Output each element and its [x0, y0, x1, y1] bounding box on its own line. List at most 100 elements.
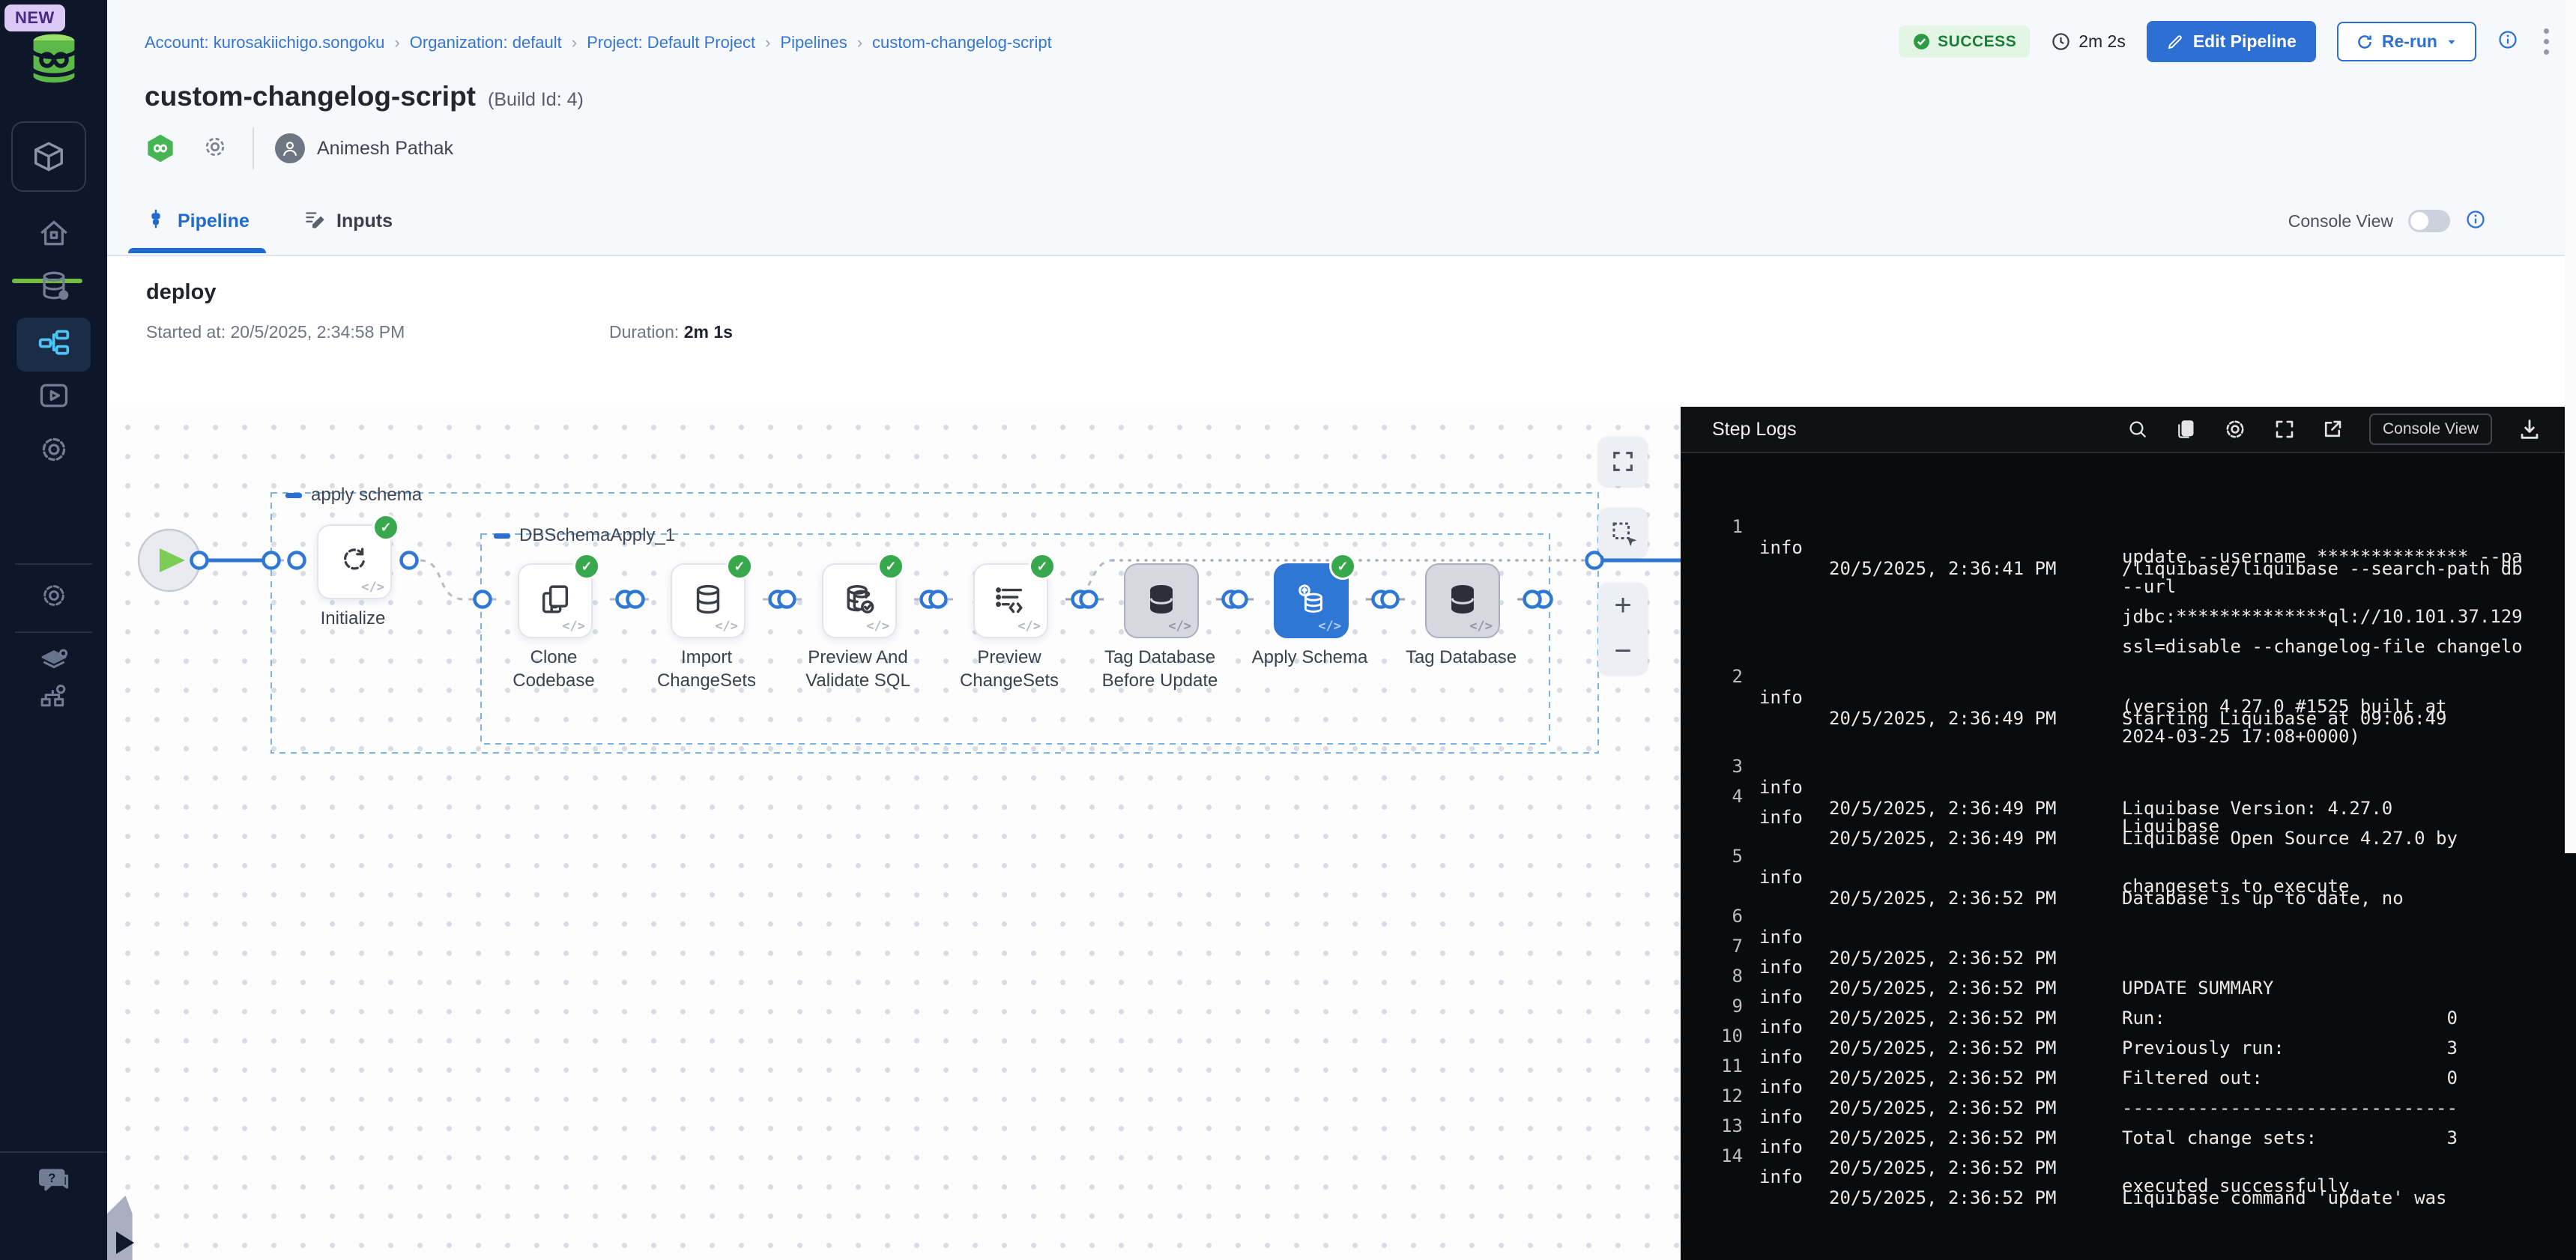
new-badge: NEW [4, 4, 65, 31]
log-line: jdbc:**************ql://10.101.37.129 [1681, 606, 2565, 636]
infrastructure-icon [39, 682, 69, 715]
clone-icon [538, 582, 572, 620]
author-name: Animesh Pathak [317, 138, 453, 160]
log-line-number: 11 [1681, 1055, 1743, 1076]
stage-started-at: Started at: 20/5/2025, 2:34:58 PM [146, 322, 405, 342]
sidebar-item-project-settings[interactable] [0, 425, 107, 477]
log-line: 2 info 20/5/2025, 2:36:49 PMStarting Liq… [1681, 666, 2565, 696]
step-label: Tag DatabaseBefore Update [1077, 646, 1242, 692]
external-link-icon[interactable] [2321, 418, 2344, 440]
collapse-group-icon[interactable] [285, 493, 302, 498]
code-icon: </> [1018, 619, 1041, 634]
step-label: Apply Schema [1227, 646, 1392, 669]
chevron-down-icon [2445, 35, 2458, 49]
step-label: Preview AndValidate SQL [775, 646, 940, 692]
rerun-button[interactable]: Re-run [2337, 22, 2476, 61]
stage-duration: Duration: 2m 1s [609, 322, 733, 342]
console-view-info-icon[interactable] [2465, 209, 2486, 234]
sidebar: NEW ? [0, 0, 107, 1260]
settings-icon[interactable] [2222, 417, 2248, 442]
sidebar-item-account-settings[interactable] [0, 571, 107, 623]
breadcrumb-item[interactable]: Organization: default [410, 33, 562, 52]
log-line: 13 info 20/5/2025, 2:36:52 PM [1681, 1115, 2565, 1145]
tab-pipeline[interactable]: Pipeline [145, 189, 250, 253]
divider [253, 127, 254, 169]
breadcrumb-item[interactable]: custom-changelog-script [872, 33, 1052, 52]
kebab-menu[interactable] [2539, 24, 2554, 59]
page-title: custom-changelog-script [145, 81, 476, 112]
project-settings-icon [37, 433, 70, 470]
canvas-select-button[interactable] [1598, 508, 1648, 557]
step-label: CloneCodebase [471, 646, 636, 692]
console-view-toggle[interactable] [2408, 210, 2450, 232]
pipeline-settings-gear-icon[interactable] [202, 133, 229, 164]
edit-pipeline-button[interactable]: Edit Pipeline [2147, 21, 2316, 62]
zoom-out-button[interactable]: − [1598, 629, 1648, 674]
sidebar-item-executions[interactable] [0, 371, 107, 423]
sync-icon [338, 544, 371, 581]
console-view-label: Console View [2288, 211, 2393, 231]
check-circle-icon [1912, 32, 1931, 51]
log-line: 12 info 20/5/2025, 2:36:52 PMTotal chang… [1681, 1085, 2565, 1115]
info-icon[interactable] [2497, 29, 2518, 54]
build-id: (Build Id: 4) [488, 89, 584, 111]
stage-name: deploy [146, 280, 216, 305]
zoom-in-button[interactable]: + [1598, 583, 1648, 629]
database-settings-icon [37, 269, 70, 306]
search-icon[interactable] [2126, 418, 2149, 440]
module-selector[interactable] [11, 121, 86, 192]
canvas-zoom-control: + − [1598, 583, 1648, 674]
log-line: --url [1681, 576, 2565, 606]
log-line: 7 info 20/5/2025, 2:36:52 PMUPDATE SUMMA… [1681, 936, 2565, 966]
avatar [275, 133, 305, 163]
executions-icon [37, 379, 70, 416]
log-line: 10 info 20/5/2025, 2:36:52 PMFiltered ou… [1681, 1026, 2565, 1055]
log-line: 1 info 20/5/2025, 2:36:41 PM/liquibase/l… [1681, 516, 2565, 546]
log-line-number: 13 [1681, 1115, 1743, 1136]
fullscreen-icon[interactable] [2273, 418, 2296, 440]
collapse-group-icon[interactable] [494, 533, 510, 539]
breadcrumb-item[interactable]: Pipelines [780, 33, 847, 52]
pipeline-step-tag-database-before-update[interactable]: </> [1124, 563, 1199, 638]
breadcrumb-separator: › [765, 33, 770, 52]
sidebar-item-home[interactable] [0, 208, 107, 261]
module-status-icon [145, 131, 176, 166]
log-message: update --username ************** --pa [2122, 546, 2523, 567]
log-message: ssl=disable --changelog-file changelo [2122, 636, 2523, 657]
sidebar-item-help-chat[interactable]: ? [0, 1155, 107, 1208]
breadcrumb-item[interactable]: Project: Default Project [587, 33, 755, 52]
log-line-number: 9 [1681, 996, 1743, 1017]
log-message: --url [2122, 576, 2176, 597]
log-message: (version 4.27.0 #1525 built at [2122, 696, 2446, 717]
sidebar-item-pipelines[interactable] [0, 318, 107, 371]
log-line: 2024-03-25 17:08+0000) [1681, 726, 2565, 756]
database-check-icon [842, 582, 877, 620]
code-icon: </> [866, 619, 889, 634]
step-group-label: DBSchemaApply_1 [494, 525, 675, 546]
log-line: 8 info 20/5/2025, 2:36:52 PMRun: 0 [1681, 966, 2565, 996]
log-line-number: 10 [1681, 1026, 1743, 1047]
pipelines-icon [37, 327, 70, 363]
log-output[interactable]: 1 info 20/5/2025, 2:36:41 PM/liquibase/l… [1681, 453, 2565, 1260]
log-message: executed successfully. [2122, 1175, 2360, 1196]
log-console-view-button[interactable]: Console View [2369, 414, 2492, 445]
log-line: 5 info 20/5/2025, 2:36:52 PMDatabase is … [1681, 846, 2565, 876]
log-scrollbar[interactable] [2565, 0, 2576, 853]
tabs-bar: Pipeline Inputs Console View [107, 189, 2576, 256]
sidebar-item-database-settings[interactable] [0, 261, 107, 313]
canvas-fullscreen-button[interactable] [1598, 437, 1648, 486]
step-label: Tag Database [1379, 646, 1544, 669]
sidebar-item-infrastructure[interactable] [0, 672, 107, 724]
copy-icon[interactable] [2174, 418, 2197, 440]
success-badge-icon: ✓ [1029, 553, 1056, 580]
step-logs-panel: Step Logs Console View 1 info 20/5/2025,… [1681, 407, 2576, 1260]
pipeline-graph-canvas[interactable]: apply schema DBSchemaApply_1 </> ✓Initia… [107, 407, 1681, 1260]
breadcrumb-item[interactable]: Account: kurosakiichigo.songoku [145, 33, 384, 52]
pipeline-step-tag-database[interactable]: </> [1425, 563, 1500, 638]
log-line: 4 info 20/5/2025, 2:36:49 PMLiquibase Op… [1681, 786, 2565, 816]
tab-inputs[interactable]: Inputs [303, 189, 393, 253]
expand-arrow-icon[interactable] [116, 1232, 134, 1254]
download-icon[interactable] [2518, 417, 2542, 441]
database-devops-logo[interactable] [21, 28, 87, 91]
log-line: 9 info 20/5/2025, 2:36:52 PMPreviously r… [1681, 996, 2565, 1026]
